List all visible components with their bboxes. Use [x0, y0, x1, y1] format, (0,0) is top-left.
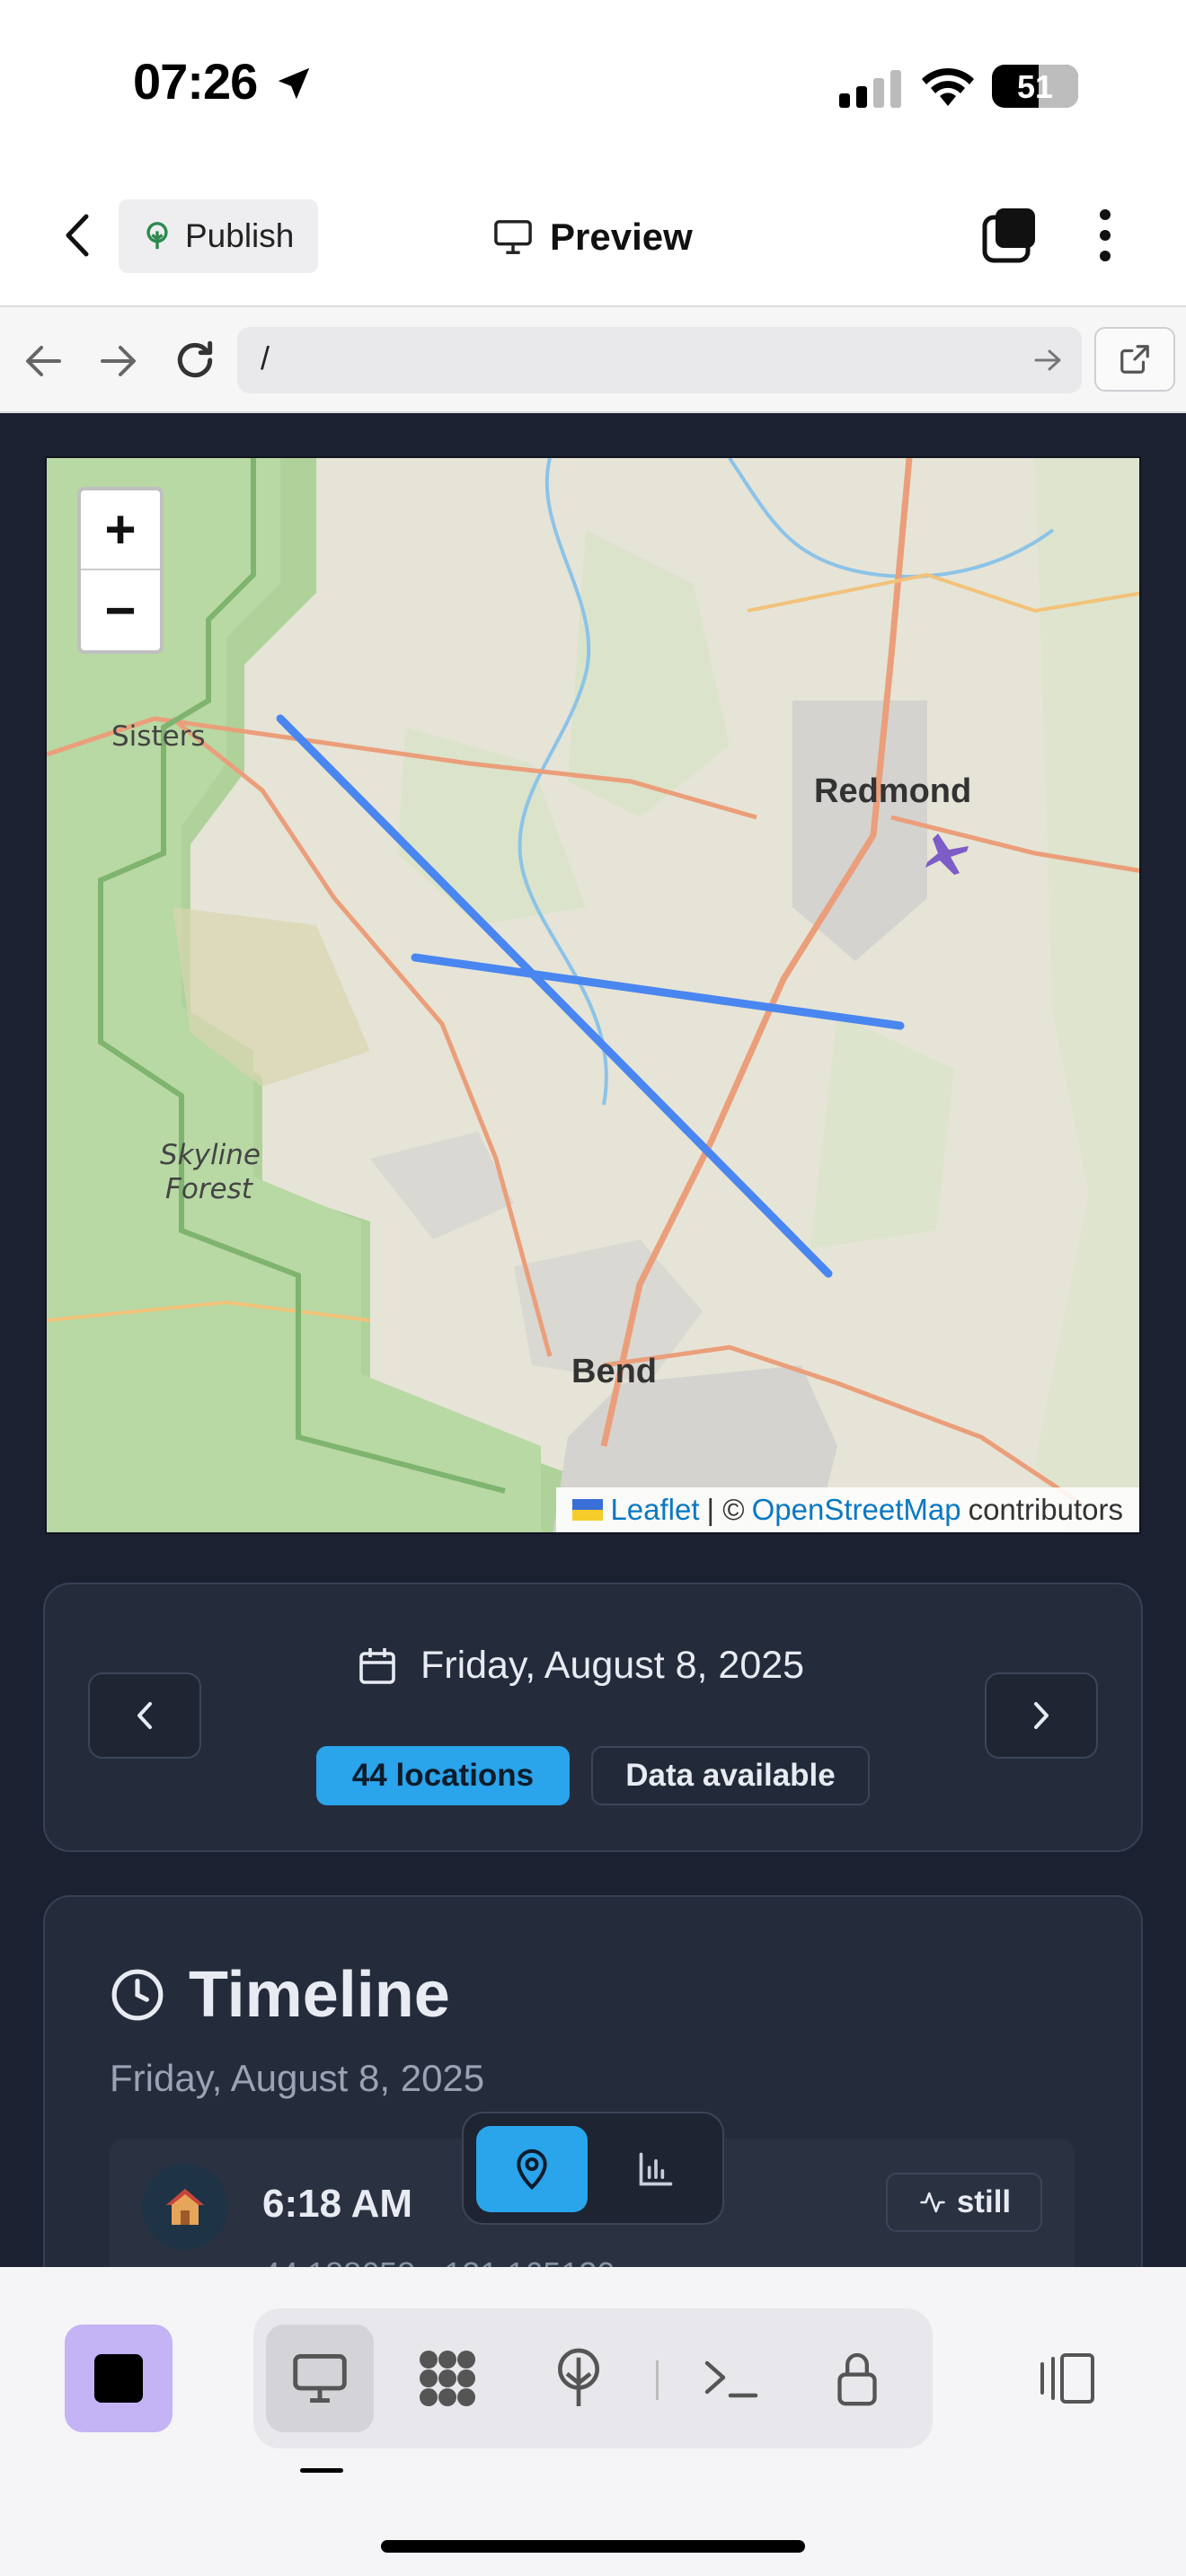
- external-link-icon: [1120, 345, 1149, 374]
- browser-back-icon[interactable]: [23, 343, 63, 379]
- attribution-contributors: contributors: [968, 1493, 1123, 1526]
- chevron-left-icon: [66, 214, 89, 257]
- tabs-icon: [982, 208, 1035, 263]
- url-text: /: [261, 340, 270, 376]
- terminal-icon: [704, 2360, 758, 2398]
- tabs-button[interactable]: [981, 207, 1039, 264]
- view-switcher: [462, 2112, 724, 2225]
- timeline-header: Timeline: [110, 1958, 450, 2032]
- map-pin-icon: [517, 2148, 547, 2190]
- map-view[interactable]: + − Sisters Redmond Bend Skyline Forest …: [45, 456, 1141, 1534]
- wifi-icon: [922, 67, 974, 106]
- lock-icon: [837, 2352, 877, 2406]
- map-view-tab[interactable]: [476, 2126, 588, 2212]
- battery-level: 51: [1016, 68, 1054, 105]
- active-tool-underline: [300, 2468, 343, 2473]
- map-label-redmond: Redmond: [814, 772, 972, 810]
- map-attribution: Leaflet | © OpenStreetMap contributors: [556, 1487, 1139, 1532]
- tree-icon: [558, 2348, 599, 2406]
- open-external-button[interactable]: [1094, 327, 1175, 392]
- bar-chart-icon: [639, 2152, 673, 2186]
- ukraine-flag-icon: [572, 1499, 604, 1521]
- reload-icon[interactable]: [173, 338, 217, 383]
- grid-blobs-icon: [420, 2351, 475, 2406]
- date-navigator: Friday, August 8, 2025 44 locations Data…: [43, 1583, 1143, 1852]
- zoom-in-button[interactable]: +: [81, 490, 160, 570]
- publish-label: Publish: [185, 217, 295, 254]
- more-vertical-icon: [1100, 209, 1111, 261]
- chevron-left-icon: [137, 1702, 152, 1729]
- selected-date[interactable]: Friday, August 8, 2025: [356, 1644, 804, 1688]
- battery-indicator: 51: [992, 65, 1078, 108]
- location-arrow-icon: [278, 67, 310, 100]
- data-status-badge: Data available: [591, 1746, 870, 1805]
- app-window: 07:26 51 Publish Preview / + − Sisters R…: [0, 0, 1186, 2576]
- leaflet-link[interactable]: Leaflet: [610, 1493, 699, 1527]
- stats-view-tab[interactable]: [600, 2126, 712, 2212]
- terminal-tool-button[interactable]: [677, 2325, 785, 2432]
- clock-icon: [111, 1969, 164, 2021]
- monitor-icon: [293, 2354, 347, 2403]
- publish-button[interactable]: Publish: [119, 199, 318, 273]
- timeline-title: Timeline: [189, 1959, 450, 2031]
- more-menu-button[interactable]: [1087, 207, 1123, 264]
- map-label-forest-1: Skyline: [160, 1139, 261, 1171]
- preview-label: Preview: [550, 216, 693, 258]
- preview-button[interactable]: Preview: [492, 208, 693, 266]
- tool-group: [253, 2308, 933, 2448]
- zoom-control: + −: [77, 487, 164, 654]
- timeline-subtitle: Friday, August 8, 2025: [110, 2057, 485, 2099]
- calendar-icon: [359, 1647, 395, 1684]
- status-time: 07:26: [133, 53, 258, 110]
- map-label-sisters: Sisters: [111, 720, 206, 753]
- cellular-signal-icon: [839, 70, 901, 108]
- tool-divider: [656, 2360, 659, 2400]
- next-day-button[interactable]: [985, 1672, 1098, 1759]
- place-avatar: [142, 2164, 228, 2250]
- desktop-tool-button[interactable]: [266, 2325, 374, 2432]
- entry-time: 6:18 AM: [262, 2182, 413, 2226]
- entry-coordinates: 44.188658, -121.165130: [262, 2255, 615, 2267]
- activity-icon: [920, 2192, 945, 2213]
- stop-icon: [94, 2354, 143, 2403]
- stop-button[interactable]: [65, 2325, 173, 2432]
- layout-toggle-button[interactable]: [1033, 2346, 1098, 2411]
- home-indicator: [381, 2540, 805, 2553]
- url-field[interactable]: [237, 327, 1082, 393]
- activity-badge: still: [886, 2173, 1042, 2232]
- house-icon: [166, 2189, 204, 2225]
- web-app-content: + − Sisters Redmond Bend Skyline Forest …: [0, 413, 1186, 2267]
- attribution-separator: | ©: [706, 1493, 745, 1526]
- map-label-bend: Bend: [571, 1353, 657, 1390]
- tree-icon: [146, 222, 168, 250]
- locations-count-badge: 44 locations: [316, 1746, 570, 1805]
- sidebar-layout-icon: [1040, 2353, 1094, 2404]
- date-label: Friday, August 8, 2025: [420, 1644, 805, 1687]
- components-tool-button[interactable]: [394, 2325, 501, 2432]
- monitor-icon: [494, 220, 532, 254]
- activity-label: still: [956, 2184, 1012, 2219]
- publish-tool-button[interactable]: [525, 2325, 633, 2432]
- osm-link[interactable]: OpenStreetMap: [752, 1493, 961, 1527]
- go-arrow-icon[interactable]: [1033, 347, 1064, 374]
- chevron-right-icon: [1034, 1702, 1049, 1729]
- lock-tool-button[interactable]: [803, 2325, 911, 2432]
- back-button[interactable]: [54, 207, 99, 264]
- map-label-forest-2: Forest: [165, 1173, 252, 1205]
- zoom-out-button[interactable]: −: [81, 570, 160, 650]
- browser-forward-icon[interactable]: [99, 343, 138, 379]
- previous-day-button[interactable]: [88, 1672, 201, 1759]
